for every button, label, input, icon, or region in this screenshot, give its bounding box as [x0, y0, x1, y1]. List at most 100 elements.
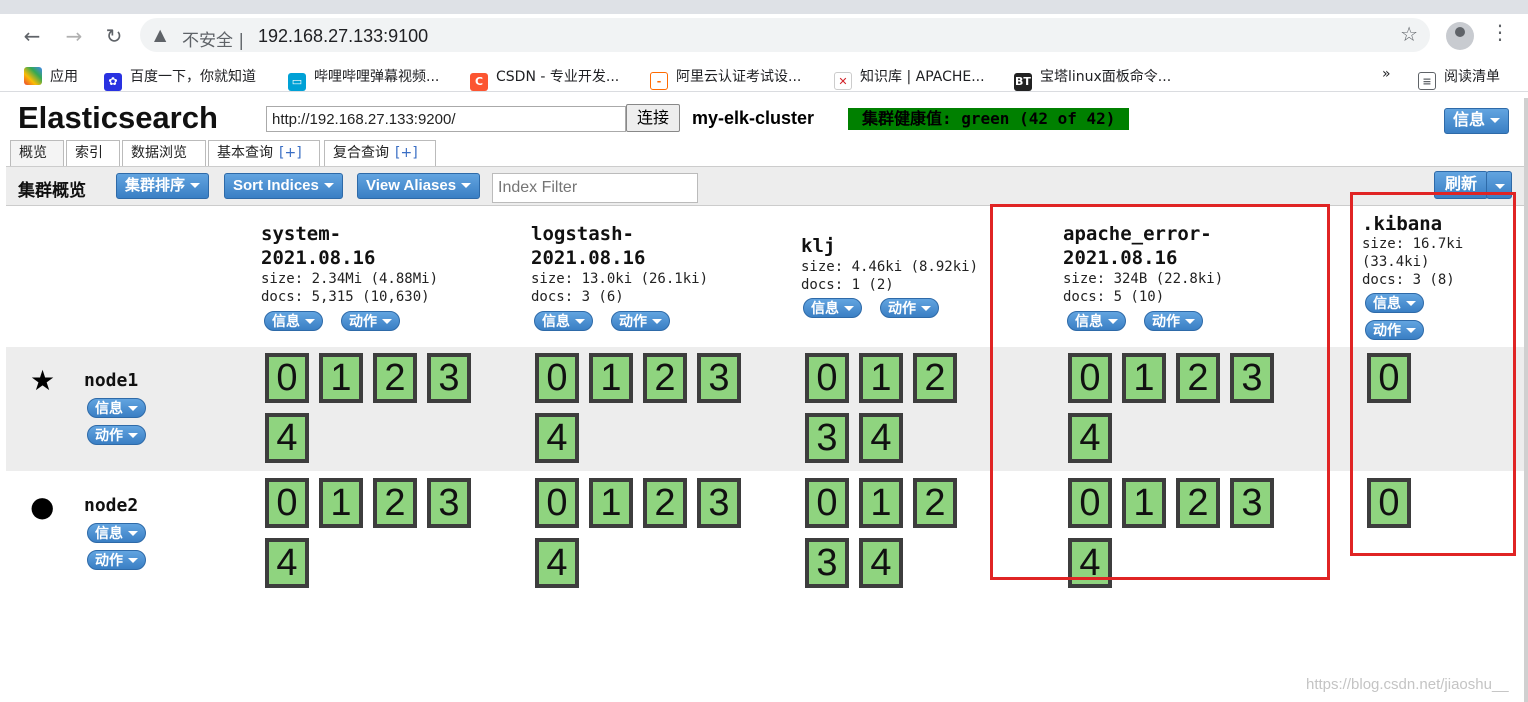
circle-icon: ●: [30, 490, 55, 523]
shard-box[interactable]: 3: [427, 478, 471, 528]
bookmark-aliyun[interactable]: - 阿里云认证考试设...: [650, 66, 801, 90]
shard-box[interactable]: 4: [535, 413, 579, 463]
bookmark-label: 阿里云认证考试设...: [676, 69, 802, 85]
profile-avatar-icon[interactable]: [1446, 22, 1474, 50]
shard-box[interactable]: 3: [805, 413, 849, 463]
bookmark-apache[interactable]: ✕ 知识库 | APACHE...: [834, 66, 985, 90]
tab-overview[interactable]: 概览: [10, 140, 64, 166]
sort-indices-button[interactable]: Sort Indices: [224, 173, 343, 199]
shard-box[interactable]: 2: [373, 353, 417, 403]
shard-box[interactable]: 3: [427, 353, 471, 403]
node-action-button[interactable]: 动作: [87, 425, 146, 445]
index-action-button[interactable]: 动作: [611, 311, 670, 331]
menu-kebab-icon[interactable]: ⋮: [1490, 20, 1510, 44]
button-label: 动作: [619, 313, 647, 329]
shard-box[interactable]: 1: [589, 478, 633, 528]
shard-box[interactable]: 2: [913, 478, 957, 528]
index-docs: docs: 5,315 (10,630): [261, 289, 430, 305]
index-filter-input[interactable]: [492, 173, 698, 203]
scrollbar[interactable]: [1524, 98, 1528, 702]
info-menu-button[interactable]: 信息: [1444, 108, 1510, 134]
shard-box[interactable]: 1: [589, 353, 633, 403]
bookmarks-overflow[interactable]: »: [1382, 66, 1391, 82]
bookmark-csdn[interactable]: C CSDN - 专业开发...: [470, 66, 619, 91]
chevron-down-icon: [190, 183, 201, 188]
shard-box[interactable]: 2: [643, 478, 687, 528]
bookmark-apps[interactable]: 应用: [24, 66, 78, 86]
shard-box[interactable]: 3: [805, 538, 849, 588]
tab-browser[interactable]: 数据浏览: [122, 140, 206, 166]
overview-toolbar: 集群概览 集群排序 Sort Indices View Aliases 刷新: [6, 166, 1528, 206]
cluster-url-input[interactable]: [266, 106, 626, 132]
shard-box[interactable]: 4: [535, 538, 579, 588]
chevron-down-icon: [844, 306, 854, 311]
cluster-name: my-elk-cluster: [692, 108, 815, 128]
cluster-sort-button[interactable]: 集群排序: [116, 173, 210, 199]
shard-box[interactable]: 1: [859, 353, 903, 403]
shard-box[interactable]: 2: [643, 353, 687, 403]
shard-box[interactable]: 1: [859, 478, 903, 528]
forward-icon[interactable]: →: [60, 22, 88, 50]
index-info-button[interactable]: 信息: [264, 311, 323, 331]
bookmark-star-icon[interactable]: ☆: [1400, 22, 1418, 46]
index-info-button[interactable]: 信息: [803, 298, 862, 318]
highlight-box: [990, 204, 1330, 580]
button-label: 动作: [95, 552, 123, 568]
node-action-button[interactable]: 动作: [87, 550, 146, 570]
shard-box[interactable]: 0: [805, 353, 849, 403]
reading-list-icon: ≡: [1418, 72, 1436, 90]
shard-box[interactable]: 3: [697, 478, 741, 528]
shard-box[interactable]: 1: [319, 478, 363, 528]
index-docs: docs: 1 (2): [801, 277, 894, 293]
chevron-down-icon: [305, 319, 315, 324]
index-info-button[interactable]: 信息: [534, 311, 593, 331]
index-action-button[interactable]: 动作: [341, 311, 400, 331]
tab-add-icon[interactable]: [+]: [279, 145, 302, 161]
bookmark-label: 哔哩哔哩弹幕视频...: [314, 69, 440, 85]
shard-box[interactable]: 4: [265, 413, 309, 463]
shard-box[interactable]: 4: [859, 413, 903, 463]
shard-box[interactable]: 0: [535, 353, 579, 403]
bookmark-baidu[interactable]: ✿ 百度一下，你就知道: [104, 66, 256, 91]
index-size: size: 13.0ki (26.1ki): [531, 271, 709, 287]
tab-indices[interactable]: 索引: [66, 140, 120, 166]
shard-box[interactable]: 0: [805, 478, 849, 528]
shard-box[interactable]: 4: [859, 538, 903, 588]
bookmark-label: CSDN - 专业开发...: [496, 69, 620, 85]
chevron-down-icon: [575, 319, 585, 324]
shard-box[interactable]: 0: [535, 478, 579, 528]
connect-button[interactable]: 连接: [626, 104, 680, 132]
shard-box[interactable]: 4: [265, 538, 309, 588]
tab-add-icon[interactable]: [+]: [395, 145, 418, 161]
shard-box[interactable]: 0: [265, 478, 309, 528]
shard-box[interactable]: 2: [373, 478, 417, 528]
node-info-button[interactable]: 信息: [87, 398, 146, 418]
index-action-button[interactable]: 动作: [880, 298, 939, 318]
reload-icon[interactable]: ↻: [100, 22, 128, 50]
address-bar[interactable]: ▲ 不安全 | 192.168.27.133:9100 ☆: [140, 18, 1430, 52]
index-name: klj: [801, 235, 836, 257]
browser-toolbar: ← → ↻ ▲ 不安全 | 192.168.27.133:9100 ☆ ⋮: [0, 14, 1528, 58]
back-icon[interactable]: ←: [18, 22, 46, 50]
node-info-button[interactable]: 信息: [87, 523, 146, 543]
index-name: system- 2021.08.16: [261, 223, 376, 269]
url-text[interactable]: 192.168.27.133:9100: [258, 26, 428, 47]
bookmark-bilibili[interactable]: ▭ 哔哩哔哩弹幕视频...: [288, 66, 439, 91]
watermark-text: https://blog.csdn.net/jiaoshu__: [1306, 676, 1509, 693]
bookmark-label: 应用: [50, 69, 78, 85]
bilibili-tv-icon: ▭: [288, 73, 306, 91]
shard-box[interactable]: 0: [265, 353, 309, 403]
bookmark-bt[interactable]: BT 宝塔linux面板命令...: [1014, 66, 1171, 91]
csdn-c-icon: C: [470, 73, 488, 91]
tab-strip: [0, 0, 1528, 14]
reading-list[interactable]: ≡ 阅读清单: [1418, 66, 1500, 90]
view-aliases-button[interactable]: View Aliases: [357, 173, 481, 199]
tab-basic-query[interactable]: 基本查询 [+]: [208, 140, 320, 166]
chevron-down-icon: [323, 183, 334, 188]
shard-box[interactable]: 1: [319, 353, 363, 403]
tab-structured-query[interactable]: 复合查询 [+]: [324, 140, 436, 166]
shard-box[interactable]: 3: [697, 353, 741, 403]
button-label: 信息: [95, 400, 123, 416]
index-name: logstash- 2021.08.16: [531, 223, 646, 269]
shard-box[interactable]: 2: [913, 353, 957, 403]
